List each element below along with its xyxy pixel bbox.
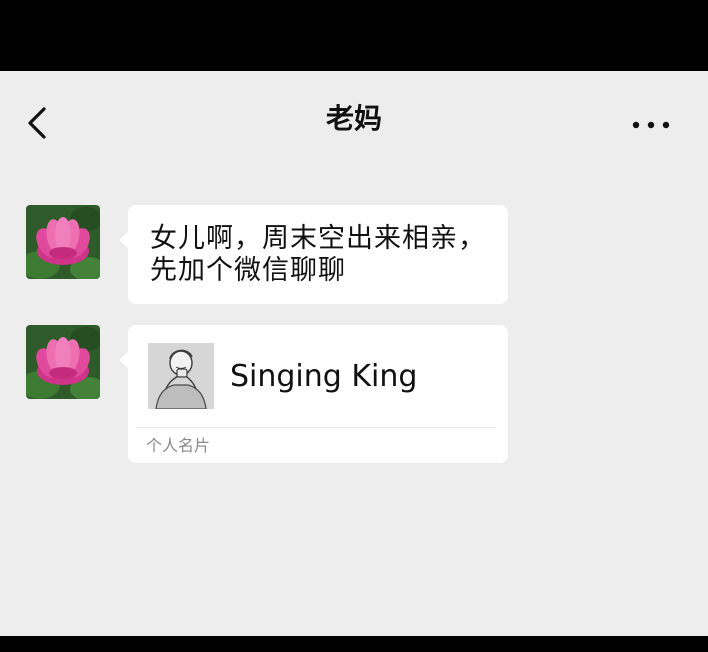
lotus-flower-avatar xyxy=(26,325,100,399)
message-row: 女儿啊，周末空出来相亲，先加个微信聊聊 xyxy=(0,205,708,305)
top-letterbox xyxy=(0,0,708,71)
card-contact-name: Singing King xyxy=(230,359,418,394)
contact-card-bubble[interactable]: Singing King 个人名片 xyxy=(119,325,508,463)
message-row: Singing King 个人名片 xyxy=(0,325,708,465)
more-options-button[interactable] xyxy=(626,113,676,137)
more-horizontal-icon xyxy=(632,121,670,129)
bubble-tail xyxy=(119,231,129,249)
person-sketch-icon xyxy=(148,343,214,410)
bottom-letterbox xyxy=(0,636,708,652)
sender-avatar[interactable] xyxy=(26,205,100,279)
chat-title: 老妈 xyxy=(325,102,382,135)
card-type-label: 个人名片 xyxy=(146,436,211,455)
message-bubble[interactable]: 女儿啊，周末空出来相亲，先加个微信聊聊 xyxy=(119,205,508,304)
lotus-flower-avatar xyxy=(26,205,100,279)
bubble-tail xyxy=(119,351,129,369)
card-thumbnail xyxy=(148,343,214,410)
chat-screen: 老妈 女儿啊，周末空出来相亲，先加个微信聊聊 Singing King 个人名片 xyxy=(0,71,708,636)
card-divider xyxy=(136,427,496,428)
sender-avatar[interactable] xyxy=(26,325,100,399)
chat-header: 老妈 xyxy=(0,71,708,171)
message-text: 女儿啊，周末空出来相亲，先加个微信聊聊 xyxy=(150,223,486,286)
